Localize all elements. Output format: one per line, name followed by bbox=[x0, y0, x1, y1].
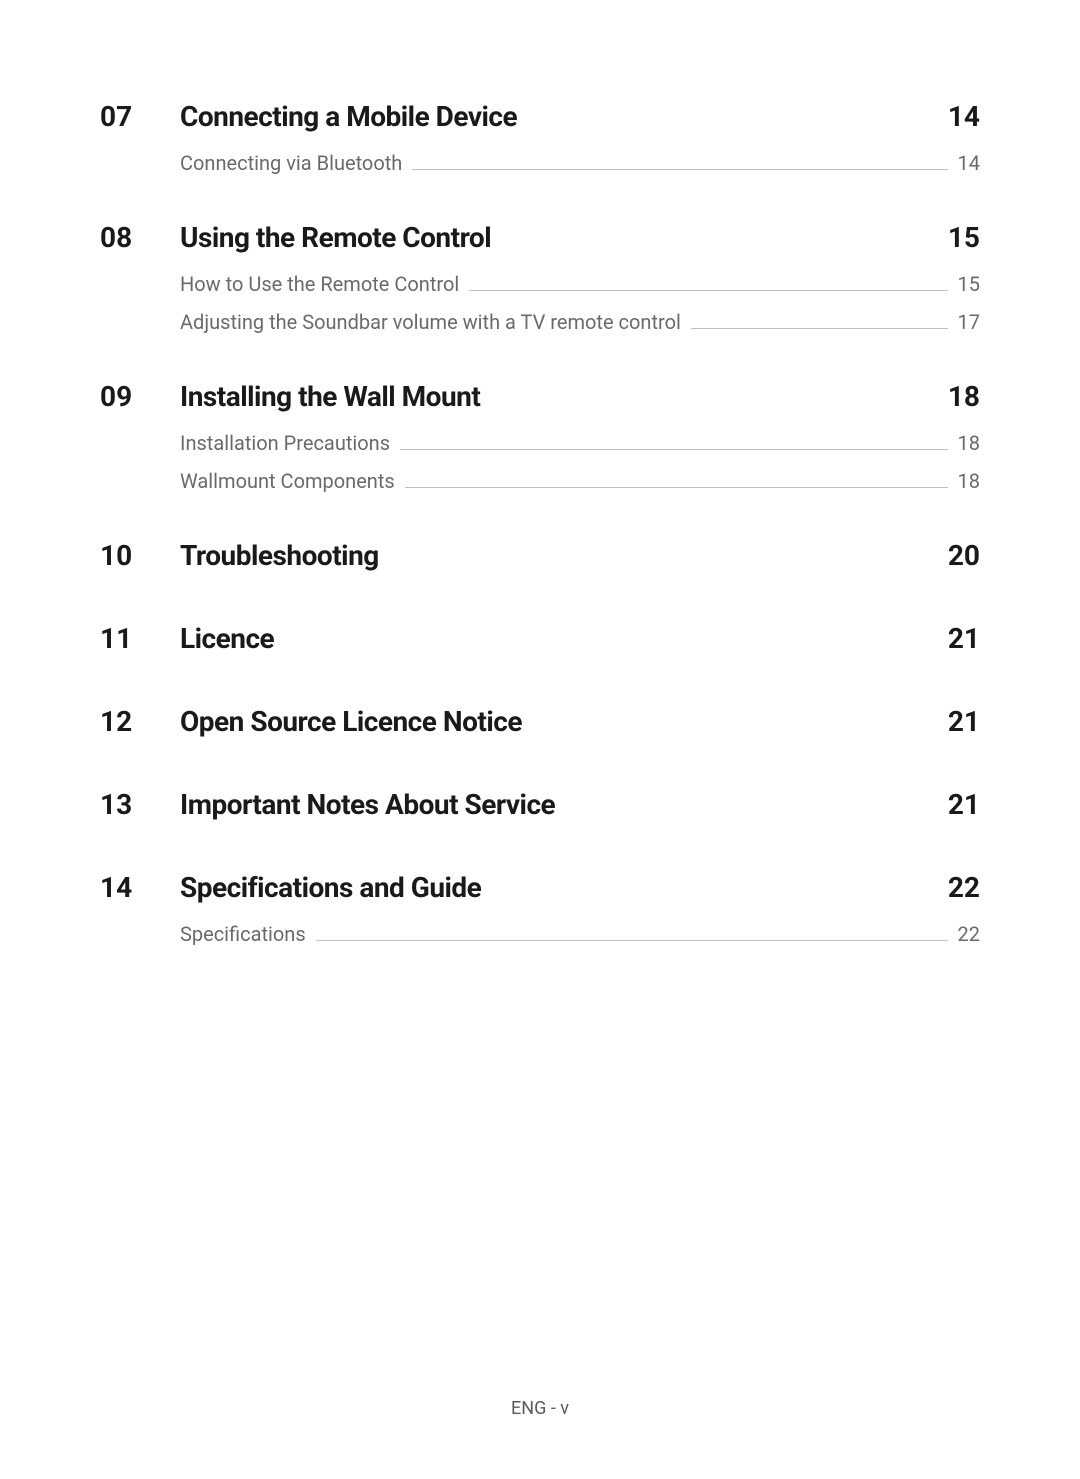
sub-item-page: 18 bbox=[958, 469, 980, 493]
section-page: 21 bbox=[948, 622, 980, 655]
section-content: Licence 21 bbox=[180, 622, 980, 673]
section-content: Troubleshooting 20 bbox=[180, 539, 980, 590]
page-footer: ENG - v bbox=[0, 1398, 1080, 1419]
section-number: 10 bbox=[100, 539, 180, 572]
section-number: 11 bbox=[100, 622, 180, 655]
section-content: Specifications and Guide22Specifications… bbox=[180, 871, 980, 960]
leader-line bbox=[405, 487, 948, 488]
section-spacer bbox=[100, 515, 980, 539]
section-spacer bbox=[100, 598, 980, 622]
toc-section: 12Open Source Licence Notice 21 bbox=[100, 705, 980, 756]
sub-item-title: Installation Precautions bbox=[180, 431, 390, 455]
section-page: 20 bbox=[948, 539, 980, 572]
section-spacer bbox=[100, 847, 980, 871]
sub-item-row: Adjusting the Soundbar volume with a TV … bbox=[180, 310, 980, 334]
sub-item-page: 22 bbox=[958, 922, 980, 946]
section-title: Troubleshooting bbox=[180, 539, 379, 572]
sub-item-page: 15 bbox=[958, 272, 980, 296]
section-page: 21 bbox=[948, 705, 980, 738]
section-title-row: Connecting a Mobile Device 14 bbox=[180, 100, 980, 133]
toc-container: 07Connecting a Mobile Device14Connecting… bbox=[100, 100, 980, 992]
sub-item-title: Specifications bbox=[180, 922, 306, 946]
section-title: Using the Remote Control bbox=[180, 221, 491, 254]
section-page: 14 bbox=[948, 100, 980, 133]
toc-section: 11Licence 21 bbox=[100, 622, 980, 673]
leader-line bbox=[412, 169, 947, 170]
section-spacer bbox=[100, 356, 980, 380]
footer-text: ENG - v bbox=[511, 1398, 569, 1419]
section-title-row: Troubleshooting 20 bbox=[180, 539, 980, 572]
section-spacer bbox=[100, 764, 980, 788]
section-page: 22 bbox=[948, 871, 980, 904]
sub-item-page: 17 bbox=[958, 310, 980, 334]
section-number: 14 bbox=[100, 871, 180, 904]
section-number: 12 bbox=[100, 705, 180, 738]
leader-line bbox=[400, 449, 947, 450]
toc-section: 07Connecting a Mobile Device14Connecting… bbox=[100, 100, 980, 189]
section-spacer bbox=[100, 681, 980, 705]
sub-item-row: Wallmount Components 18 bbox=[180, 469, 980, 493]
section-number: 13 bbox=[100, 788, 180, 821]
section-title: Connecting a Mobile Device bbox=[180, 100, 517, 133]
section-page: 15 bbox=[948, 221, 980, 254]
leader-line bbox=[691, 328, 948, 329]
section-title: Important Notes About Service bbox=[180, 788, 555, 821]
toc-section: 08Using the Remote Control15How to Use t… bbox=[100, 221, 980, 348]
section-title: Installing the Wall Mount bbox=[180, 380, 480, 413]
sub-item-page: 14 bbox=[958, 151, 980, 175]
section-page: 21 bbox=[948, 788, 980, 821]
section-title-row: Open Source Licence Notice 21 bbox=[180, 705, 980, 738]
section-content: Using the Remote Control15How to Use the… bbox=[180, 221, 980, 348]
sub-item-row: How to Use the Remote Control 15 bbox=[180, 272, 980, 296]
section-title-row: Specifications and Guide 22 bbox=[180, 871, 980, 904]
section-number: 07 bbox=[100, 100, 180, 133]
section-spacer bbox=[100, 968, 980, 992]
leader-line bbox=[316, 940, 948, 941]
section-content: Installing the Wall Mount18Installation … bbox=[180, 380, 980, 507]
section-title-row: Installing the Wall Mount 18 bbox=[180, 380, 980, 413]
toc-section: 10Troubleshooting 20 bbox=[100, 539, 980, 590]
section-spacer bbox=[100, 197, 980, 221]
sub-item-row: Connecting via Bluetooth 14 bbox=[180, 151, 980, 175]
toc-section: 13Important Notes About Service 21 bbox=[100, 788, 980, 839]
toc-section: 09Installing the Wall Mount18Installatio… bbox=[100, 380, 980, 507]
section-title-row: Using the Remote Control 15 bbox=[180, 221, 980, 254]
sub-item-title: Adjusting the Soundbar volume with a TV … bbox=[180, 310, 681, 334]
sub-item-row: Installation Precautions 18 bbox=[180, 431, 980, 455]
section-content: Important Notes About Service 21 bbox=[180, 788, 980, 839]
section-content: Connecting a Mobile Device14Connecting v… bbox=[180, 100, 980, 189]
section-content: Open Source Licence Notice 21 bbox=[180, 705, 980, 756]
section-title: Licence bbox=[180, 622, 274, 655]
section-title: Open Source Licence Notice bbox=[180, 705, 522, 738]
section-number: 09 bbox=[100, 380, 180, 413]
sub-item-row: Specifications 22 bbox=[180, 922, 980, 946]
sub-item-title: Wallmount Components bbox=[180, 469, 395, 493]
section-page: 18 bbox=[948, 380, 980, 413]
toc-section: 14Specifications and Guide22Specificatio… bbox=[100, 871, 980, 960]
sub-item-title: How to Use the Remote Control bbox=[180, 272, 459, 296]
leader-line bbox=[469, 290, 947, 291]
sub-item-title: Connecting via Bluetooth bbox=[180, 151, 402, 175]
section-number: 08 bbox=[100, 221, 180, 254]
section-title: Specifications and Guide bbox=[180, 871, 481, 904]
section-title-row: Licence 21 bbox=[180, 622, 980, 655]
sub-item-page: 18 bbox=[958, 431, 980, 455]
section-title-row: Important Notes About Service 21 bbox=[180, 788, 980, 821]
